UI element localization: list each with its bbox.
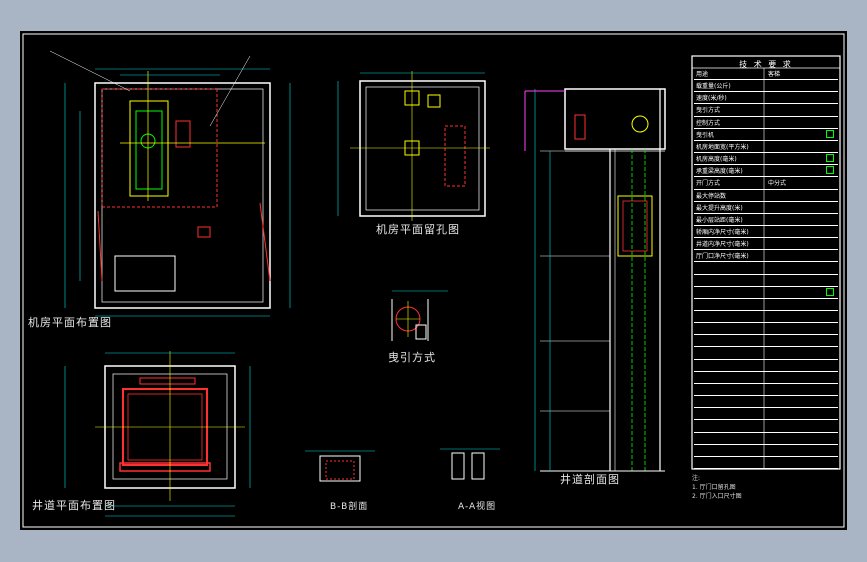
machine-room-holes-title: 机房平面留孔图 <box>376 223 460 236</box>
spec-value: 客梯 <box>768 71 781 78</box>
hoistway-section <box>524 88 666 472</box>
spec-table-row: 厅门口净尺寸(毫米) <box>694 250 838 263</box>
spec-key: 用途 <box>696 71 709 78</box>
spec-key: 轿厢内净尺寸(毫米) <box>696 228 749 236</box>
spec-table-row <box>694 360 838 372</box>
spec-table-row <box>694 372 838 384</box>
spec-table-row: 速度(米/秒) <box>694 92 838 105</box>
spec-table-row <box>694 396 838 409</box>
spec-table-row <box>694 347 838 360</box>
spec-key: 机房高度(毫米) <box>696 156 737 164</box>
spec-table-row <box>694 262 838 275</box>
spec-table-row: 承重梁高度(毫米) <box>694 165 838 178</box>
spec-table-row: 曳引方式 <box>694 104 838 117</box>
spec-table-row: 机房地面宽(平方米) <box>694 141 838 154</box>
spec-table-row <box>694 299 838 312</box>
spec-table-row: 开门方式 中分式 <box>694 177 838 190</box>
spec-value: 中分式 <box>768 180 787 188</box>
revision-mark-icon <box>826 166 834 175</box>
spec-table-row: 轿厢内净尺寸(毫米) <box>694 226 838 239</box>
spec-key: 曳引方式 <box>696 107 721 115</box>
spec-table-row: 最小层站距(毫米) <box>694 214 838 226</box>
traction-mode-title: 曳引方式 <box>388 351 436 364</box>
spec-table-row: 机房高度(毫米) <box>694 153 838 166</box>
spec-key: 厅门口净尺寸(毫米) <box>696 253 749 261</box>
spec-key: 最大提升高度(米) <box>696 204 743 212</box>
spec-table-row <box>694 384 838 397</box>
spec-key: 速度(米/秒) <box>696 95 727 103</box>
spec-table-row <box>694 408 838 421</box>
spec-table-row: 最大停站数 <box>694 190 838 202</box>
spec-table-row <box>694 420 838 433</box>
hoistway-plan <box>64 351 251 517</box>
spec-table-row <box>694 335 838 348</box>
revision-mark-icon <box>826 287 834 296</box>
spec-table-row: 曳引机 <box>694 129 838 141</box>
spec-table-row: 最大提升高度(米) <box>694 202 838 214</box>
machine-room-plan-title: 机房平面布置图 <box>28 316 112 329</box>
notes-line-1: 1. 厅门口留孔图 <box>692 484 736 491</box>
spec-table-row <box>694 457 838 469</box>
spec-key: 开门方式 <box>696 180 721 188</box>
machine-room-plan <box>49 50 291 317</box>
revision-mark-icon <box>826 129 834 138</box>
spec-table-row: 载重量(公斤) <box>694 80 838 93</box>
spec-table-row <box>694 287 838 299</box>
spec-table-row <box>694 323 838 336</box>
spec-key: 曳引机 <box>696 131 715 139</box>
section-bb-title: B-B剖面 <box>330 502 369 512</box>
spec-table-row: 控制方式 <box>694 117 838 129</box>
spec-table-row <box>694 311 838 324</box>
machine-room-holes <box>337 71 490 221</box>
hoistway-plan-title: 井道平面布置图 <box>32 499 116 512</box>
spec-key: 控制方式 <box>696 119 721 127</box>
aa-view <box>440 448 500 480</box>
spec-table-row <box>694 275 838 287</box>
spec-table-row <box>694 433 838 445</box>
spec-key: 承重梁高度(毫米) <box>696 168 743 176</box>
spec-key: 最小层站距(毫米) <box>696 216 743 224</box>
spec-table-row: 井道内净尺寸(毫米) <box>694 238 838 251</box>
notes-heading: 注: <box>692 475 701 482</box>
spec-key: 井道内净尺寸(毫米) <box>696 241 749 249</box>
spec-table-row: 用途 客梯 <box>694 68 838 81</box>
spec-key: 最大停站数 <box>696 192 727 200</box>
revision-mark-icon <box>826 154 834 163</box>
drawing-sheet: 机房平面布置图 机房平面留孔图 曳引方式 井道平面布置图 井道剖面图 B-B剖面… <box>20 31 847 530</box>
hoistway-section-title: 井道剖面图 <box>560 473 620 486</box>
bb-section <box>305 450 375 482</box>
spec-table-row <box>694 445 838 457</box>
traction-diagram <box>391 290 448 341</box>
spec-key: 机房地面宽(平方米) <box>696 143 749 151</box>
notes-line-2: 2. 厅门入口尺寸图 <box>692 493 742 500</box>
spec-key: 载重量(公斤) <box>696 83 731 91</box>
view-aa-title: A-A视图 <box>458 502 497 512</box>
